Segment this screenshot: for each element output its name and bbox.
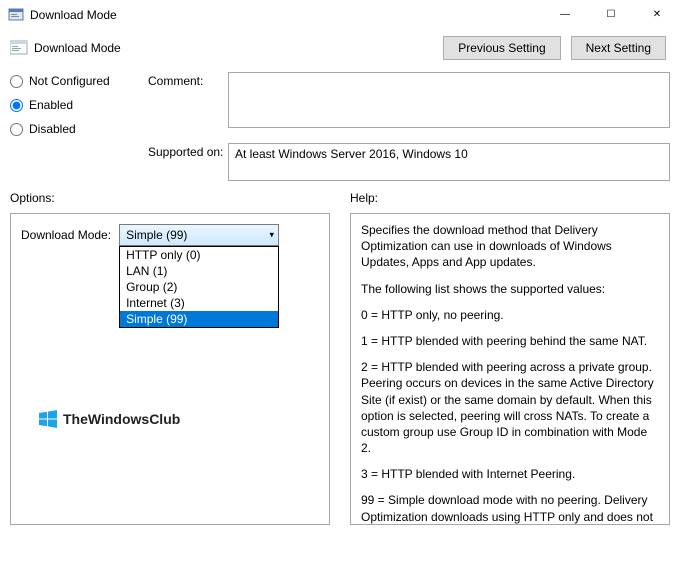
download-mode-label: Download Mode: xyxy=(21,224,111,242)
chevron-down-icon: ▾ xyxy=(270,230,275,241)
help-text: Specifies the download method that Deliv… xyxy=(361,222,659,271)
options-panel: Download Mode: Simple (99) ▾ HTTP only (… xyxy=(10,213,330,525)
policy-icon xyxy=(10,40,28,56)
help-text: 99 = Simple download mode with no peerin… xyxy=(361,492,659,525)
close-button[interactable]: ✕ xyxy=(634,0,680,30)
supported-on-value: At least Windows Server 2016, Windows 10 xyxy=(235,147,468,161)
maximize-icon: ☐ xyxy=(607,9,616,20)
radio-not-configured[interactable]: Not Configured xyxy=(10,74,130,88)
subheader: Download Mode Previous Setting Next Sett… xyxy=(0,30,680,68)
window-title: Download Mode xyxy=(30,8,542,22)
windows-logo-icon xyxy=(39,410,57,428)
radio-enabled-label: Enabled xyxy=(29,98,73,112)
download-mode-selected: Simple (99) xyxy=(126,228,187,242)
page-title: Download Mode xyxy=(34,41,443,55)
radio-disabled-label: Disabled xyxy=(29,122,76,136)
minimize-icon: — xyxy=(560,9,570,20)
help-text: 0 = HTTP only, no peering. xyxy=(361,307,659,323)
radio-disabled[interactable]: Disabled xyxy=(10,122,130,136)
download-mode-option[interactable]: Simple (99) xyxy=(120,311,278,327)
minimize-button[interactable]: — xyxy=(542,0,588,30)
help-text: 1 = HTTP blended with peering behind the… xyxy=(361,333,659,349)
download-mode-option[interactable]: Group (2) xyxy=(120,279,278,295)
radio-enabled[interactable]: Enabled xyxy=(10,98,130,112)
download-mode-combobox[interactable]: Simple (99) ▾ xyxy=(119,224,279,246)
download-mode-option[interactable]: HTTP only (0) xyxy=(120,247,278,263)
watermark: TheWindowsClub xyxy=(39,410,180,428)
maximize-button[interactable]: ☐ xyxy=(588,0,634,30)
supported-on-label: Supported on: xyxy=(148,143,228,181)
supported-on-field: At least Windows Server 2016, Windows 10 xyxy=(228,143,670,181)
help-heading: Help: xyxy=(350,191,670,205)
help-text: 3 = HTTP blended with Internet Peering. xyxy=(361,466,659,482)
comment-field[interactable] xyxy=(228,72,670,128)
radio-enabled-input[interactable] xyxy=(10,99,23,112)
radio-not-configured-input[interactable] xyxy=(10,75,23,88)
help-text: 2 = HTTP blended with peering across a p… xyxy=(361,359,659,456)
options-heading: Options: xyxy=(10,191,330,205)
comment-label: Comment: xyxy=(148,72,228,131)
watermark-text: TheWindowsClub xyxy=(63,411,180,427)
download-mode-option[interactable]: LAN (1) xyxy=(120,263,278,279)
app-icon xyxy=(8,7,24,23)
next-setting-button[interactable]: Next Setting xyxy=(571,36,666,60)
close-icon: ✕ xyxy=(653,9,661,20)
radio-disabled-input[interactable] xyxy=(10,123,23,136)
radio-not-configured-label: Not Configured xyxy=(29,74,110,88)
titlebar: Download Mode — ☐ ✕ xyxy=(0,0,680,30)
help-panel: Specifies the download method that Deliv… xyxy=(350,213,670,525)
download-mode-dropdown: HTTP only (0) LAN (1) Group (2) Internet… xyxy=(119,246,279,328)
state-radio-group: Not Configured Enabled Disabled xyxy=(10,68,130,181)
help-text: The following list shows the supported v… xyxy=(361,281,659,297)
download-mode-option[interactable]: Internet (3) xyxy=(120,295,278,311)
previous-setting-button[interactable]: Previous Setting xyxy=(443,36,560,60)
